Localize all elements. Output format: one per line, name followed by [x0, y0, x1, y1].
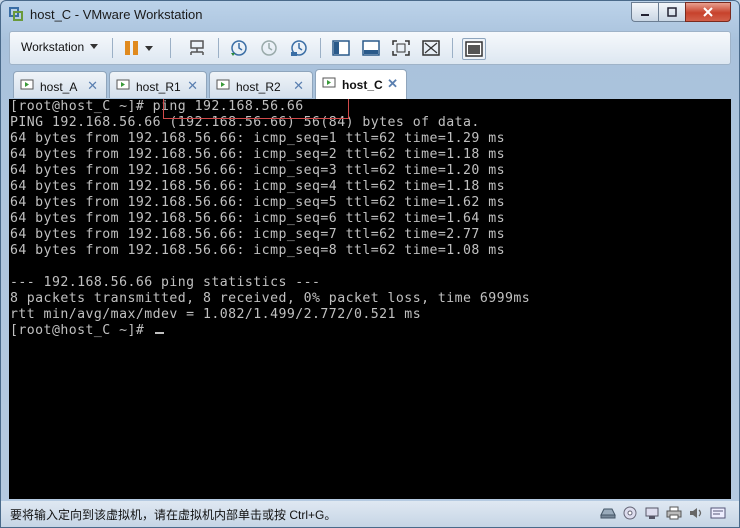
- snapshot-manager-button[interactable]: [288, 38, 310, 58]
- vm-icon: [116, 79, 130, 91]
- tab-host-r2[interactable]: host_R2 ✕: [209, 71, 313, 98]
- tab-label: host_R1: [136, 80, 181, 94]
- tab-host-r1[interactable]: host_R1 ✕: [109, 71, 207, 98]
- close-tab-icon[interactable]: ✕: [87, 78, 98, 94]
- vm-icon: [322, 77, 336, 89]
- vmware-app-icon: [9, 7, 23, 21]
- terminal-line: 64 bytes from 192.168.56.66: icmp_seq=5 …: [10, 195, 505, 210]
- toolbar-divider: [218, 38, 219, 58]
- sound-icon[interactable]: [687, 505, 705, 521]
- tab-label: host_R2: [236, 80, 281, 94]
- annotation-highlight-box: [163, 99, 349, 119]
- vm-icon: [20, 79, 34, 91]
- pause-button[interactable]: [122, 38, 156, 58]
- snapshot-button[interactable]: [228, 38, 250, 58]
- terminal-line: 64 bytes from 192.168.56.66: icmp_seq=2 …: [10, 147, 505, 162]
- network-icon: [190, 40, 204, 55]
- tab-host-c[interactable]: host_C ✕: [315, 69, 407, 99]
- close-tab-icon[interactable]: ✕: [293, 78, 304, 94]
- tab-label: host_C: [342, 78, 383, 92]
- maximize-icon: [667, 7, 677, 17]
- vmware-window: host_C - VMware Workstation Workstation: [0, 0, 740, 528]
- minimize-icon: [641, 14, 649, 16]
- toolbar-divider: [170, 38, 171, 58]
- pause-icon: [125, 41, 153, 55]
- terminal-line: --- 192.168.56.66 ping statistics ---: [10, 275, 321, 290]
- close-tab-icon[interactable]: ✕: [387, 76, 398, 92]
- cd-dvd-icon[interactable]: [621, 505, 639, 521]
- console-view-icon: [465, 41, 483, 57]
- sidebar-toggle-button[interactable]: [330, 38, 352, 58]
- window-title: host_C - VMware Workstation: [30, 7, 203, 22]
- close-button[interactable]: [685, 2, 731, 22]
- maximize-button[interactable]: [658, 2, 685, 22]
- terminal-line: 64 bytes from 192.168.56.66: icmp_seq=1 …: [10, 131, 505, 146]
- terminal-line: 64 bytes from 192.168.56.66: icmp_seq=6 …: [10, 211, 505, 226]
- snapshot-icon: [231, 40, 247, 56]
- thumbnail-bar-button[interactable]: [360, 38, 382, 58]
- console-view-button[interactable]: [462, 38, 486, 60]
- network-adapter-icon[interactable]: [643, 505, 661, 521]
- toolbar-divider: [112, 38, 113, 58]
- printer-icon[interactable]: [665, 505, 683, 521]
- close-tab-icon[interactable]: ✕: [187, 78, 198, 94]
- unity-icon: [422, 40, 440, 56]
- send-ctrl-alt-del-button[interactable]: [186, 38, 208, 58]
- terminal-line: rtt min/avg/max/mdev = 1.082/1.499/2.772…: [10, 307, 422, 322]
- terminal-line: 64 bytes from 192.168.56.66: icmp_seq=8 …: [10, 243, 505, 258]
- close-icon: [703, 7, 713, 17]
- status-bar: 要将输入定向到该虚拟机，请在虚拟机内部单击或按 Ctrl+G。: [1, 501, 739, 527]
- terminal-line: 64 bytes from 192.168.56.66: icmp_seq=7 …: [10, 227, 505, 242]
- revert-snapshot-icon: [261, 40, 277, 56]
- terminal-prompt-line: [root@host_C ~]#: [10, 323, 164, 339]
- snapshot-manager-icon: [291, 40, 307, 56]
- revert-snapshot-button[interactable]: [258, 38, 280, 58]
- toolbar-divider: [452, 38, 453, 58]
- status-message: 要将输入定向到该虚拟机，请在虚拟机内部单击或按 Ctrl+G。: [10, 508, 337, 522]
- window-controls: [631, 2, 731, 22]
- toolbar-divider: [320, 38, 321, 58]
- chevron-down-icon: [90, 44, 99, 49]
- toolbar: Workstation: [9, 31, 731, 65]
- full-screen-button[interactable]: [390, 38, 412, 58]
- text-cursor: [154, 332, 164, 334]
- terminal-prompt: [root@host_C ~]#: [10, 323, 153, 338]
- tab-label: host_A: [40, 80, 78, 94]
- thumbnail-icon: [362, 40, 380, 56]
- terminal-line: 64 bytes from 192.168.56.66: icmp_seq=4 …: [10, 179, 505, 194]
- workstation-menu[interactable]: Workstation: [21, 40, 99, 54]
- minimize-button[interactable]: [631, 2, 658, 22]
- title-bar[interactable]: host_C - VMware Workstation: [1, 1, 739, 29]
- device-status-icons: [599, 505, 727, 521]
- full-screen-icon: [392, 40, 410, 56]
- vm-icon: [216, 79, 230, 91]
- vm-console[interactable]: [root@host_C ~]# ping 192.168.56.66 PING…: [9, 99, 731, 499]
- message-log-icon[interactable]: [709, 505, 727, 521]
- terminal-line: 64 bytes from 192.168.56.66: icmp_seq=3 …: [10, 163, 505, 178]
- vm-tab-bar: host_A ✕ host_R1 ✕ host_R2 ✕ host_C ✕: [9, 69, 731, 99]
- sidebar-icon: [332, 40, 350, 56]
- unity-button[interactable]: [420, 38, 442, 58]
- hard-disk-icon[interactable]: [599, 505, 617, 521]
- tab-host-a[interactable]: host_A ✕: [13, 71, 107, 98]
- workstation-menu-label: Workstation: [21, 40, 85, 54]
- terminal-line: 8 packets transmitted, 8 received, 0% pa…: [10, 291, 531, 306]
